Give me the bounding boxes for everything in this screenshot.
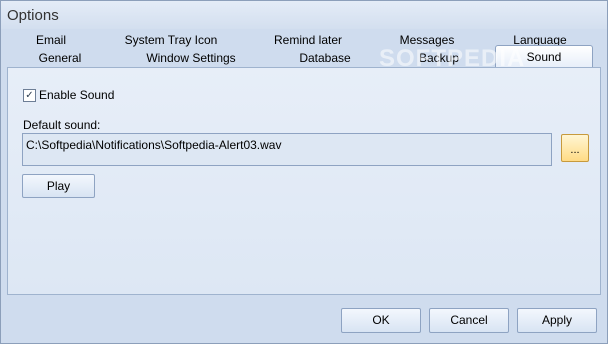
default-sound-label: Default sound:	[23, 118, 101, 132]
tab-email[interactable]: Email	[23, 33, 79, 47]
enable-sound-checkbox[interactable]: ✓	[23, 89, 36, 102]
apply-button[interactable]: Apply	[517, 308, 597, 333]
tab-general[interactable]: General	[31, 51, 89, 65]
options-window: Options Email System Tray Icon Remind la…	[0, 0, 608, 344]
window-title: Options	[7, 7, 59, 24]
tab-remind-later[interactable]: Remind later	[269, 33, 347, 47]
tab-system-tray-icon[interactable]: System Tray Icon	[121, 33, 221, 47]
play-button[interactable]: Play	[22, 174, 95, 198]
title-bar: Options	[1, 1, 607, 29]
cancel-button[interactable]: Cancel	[429, 308, 509, 333]
browse-button[interactable]: ...	[561, 134, 589, 162]
default-sound-path-value: C:\Softpedia\Notifications\Softpedia-Ale…	[26, 138, 282, 152]
sound-settings-panel: ✓ Enable Sound Default sound: C:\Softped…	[7, 67, 601, 295]
ok-button[interactable]: OK	[341, 308, 421, 333]
default-sound-path-field[interactable]: C:\Softpedia\Notifications\Softpedia-Ale…	[22, 133, 552, 166]
tab-window-settings[interactable]: Window Settings	[141, 51, 241, 65]
tab-database[interactable]: Database	[293, 51, 357, 65]
enable-sound-label[interactable]: Enable Sound	[39, 88, 114, 102]
